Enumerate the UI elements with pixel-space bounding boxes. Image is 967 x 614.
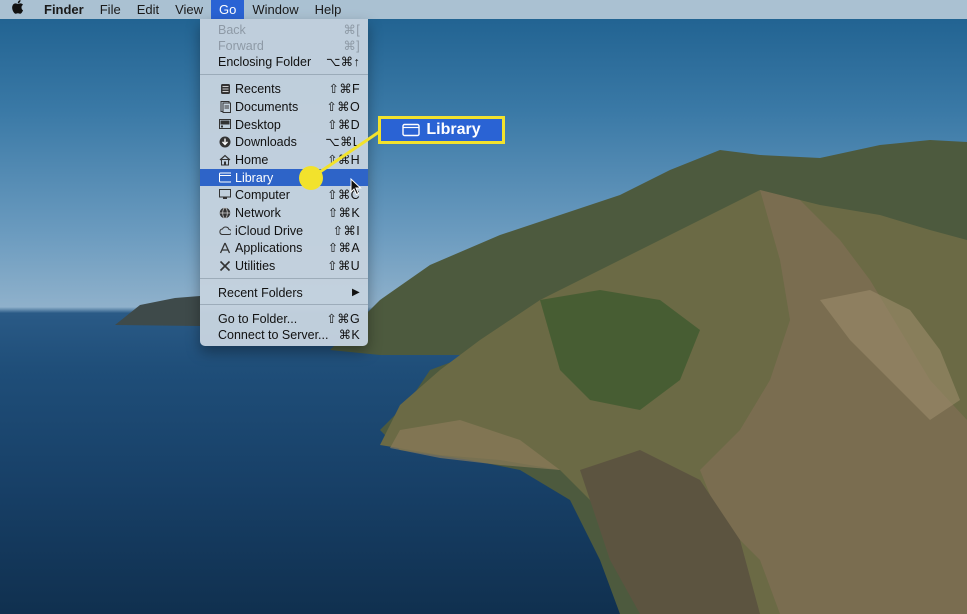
library-callout-label: Library [378, 116, 505, 144]
menu-item-downloads[interactable]: Downloads ⌥⌘L [200, 133, 368, 150]
menu-item-documents[interactable]: Documents ⇧⌘O [200, 98, 368, 115]
desktop-wallpaper [0, 0, 967, 614]
network-globe-icon [219, 206, 231, 219]
menu-edit[interactable]: Edit [129, 0, 167, 19]
menu-item-home[interactable]: Home ⇧⌘H [200, 151, 368, 168]
menu-finder[interactable]: Finder [36, 0, 92, 19]
menu-item-forward[interactable]: Forward ⌘] [200, 37, 368, 54]
menu-item-utilities[interactable]: Utilities ⇧⌘U [200, 257, 368, 274]
menu-item-go-to-folder[interactable]: Go to Folder... ⇧⌘G [200, 310, 368, 327]
home-icon [219, 154, 231, 166]
menu-file[interactable]: File [92, 0, 129, 19]
menu-item-applications[interactable]: Applications ⇧⌘A [200, 239, 368, 256]
computer-icon [219, 189, 231, 201]
callout-text: Library [426, 121, 481, 138]
menu-item-enclosing-folder[interactable]: Enclosing Folder ⌥⌘↑ [200, 53, 368, 70]
menu-go[interactable]: Go [211, 0, 245, 19]
desktop-icon [219, 119, 231, 131]
menu-item-recents[interactable]: Recents ⇧⌘F [200, 80, 368, 97]
menu-item-icloud-drive[interactable]: iCloud Drive ⇧⌘I [200, 222, 368, 239]
go-menu-dropdown: Back ⌘[ Forward ⌘] Enclosing Folder ⌥⌘↑ … [200, 19, 368, 346]
menu-separator [200, 278, 368, 279]
menu-view[interactable]: View [167, 0, 211, 19]
recents-icon [219, 83, 231, 95]
utilities-tools-icon [219, 260, 231, 272]
downloads-icon [219, 136, 231, 148]
catalina-island-wallpaper [115, 140, 967, 614]
menu-item-connect-to-server[interactable]: Connect to Server... ⌘K [200, 326, 368, 343]
library-folder-icon [402, 123, 421, 137]
cloud-icon [219, 225, 231, 237]
menu-separator [200, 74, 368, 75]
menu-separator [200, 304, 368, 305]
apple-menu-icon[interactable] [0, 0, 36, 19]
submenu-arrow-icon: ▶ [352, 287, 360, 298]
documents-icon [219, 100, 231, 113]
menu-item-desktop[interactable]: Desktop ⇧⌘D [200, 116, 368, 133]
menu-bar: Finder File Edit View Go Window Help [0, 0, 967, 19]
menu-window[interactable]: Window [244, 0, 306, 19]
mouse-pointer-icon [350, 178, 362, 196]
menu-item-network[interactable]: Network ⇧⌘K [200, 204, 368, 221]
menu-item-back[interactable]: Back ⌘[ [200, 21, 368, 38]
menu-item-recent-folders[interactable]: Recent Folders ▶ [200, 284, 368, 301]
menu-help[interactable]: Help [307, 0, 350, 19]
menu-item-library[interactable]: Library [200, 169, 368, 186]
library-folder-icon [219, 172, 231, 184]
applications-icon [219, 242, 231, 254]
menu-item-computer[interactable]: Computer ⇧⌘C [200, 186, 368, 203]
